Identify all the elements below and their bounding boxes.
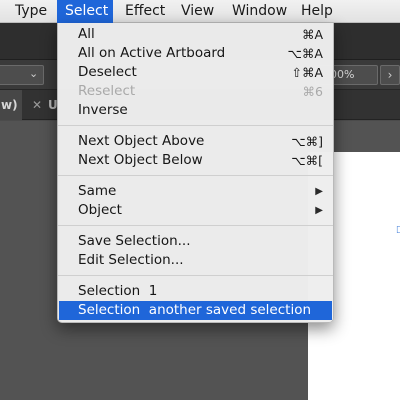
menu-item-next-object-above[interactable]: Next Object Above ⌥⌘]	[58, 132, 333, 151]
menu-item-label: Selection another saved selection	[78, 302, 312, 318]
submenu-arrow-icon: ▶	[315, 186, 323, 197]
control-dropdown[interactable]: ⌄	[0, 65, 44, 85]
menu-item-same[interactable]: Same ▶	[58, 182, 333, 201]
shortcut-label: ⌘6	[302, 84, 323, 99]
menu-item-label: Edit Selection...	[78, 252, 184, 268]
app-menubar: Type Select Effect View Window Help	[0, 0, 400, 23]
shortcut-label: ⌥⌘]	[291, 134, 323, 149]
menu-separator	[58, 275, 333, 276]
chevron-right-icon[interactable]: ›	[380, 65, 400, 85]
menu-item-label: Next Object Below	[78, 152, 203, 168]
menu-item-label: All	[78, 26, 95, 42]
menu-item-label: Object	[78, 202, 122, 218]
menu-separator	[58, 175, 333, 176]
menu-view[interactable]: View	[174, 0, 221, 23]
menu-item-selection-another-saved-selection[interactable]: Selection another saved selection	[59, 301, 332, 320]
shortcut-label: ⌥⌘[	[291, 153, 323, 168]
anchor-point-icon: □	[396, 225, 400, 235]
menu-effect[interactable]: Effect	[118, 0, 172, 23]
menu-item-reselect: Reselect ⌘6	[58, 82, 333, 101]
shortcut-label: ⇧⌘A	[291, 65, 323, 80]
menu-item-label: Same	[78, 183, 117, 199]
menu-item-selection-1[interactable]: Selection 1	[58, 282, 333, 301]
menu-item-label: Selection 1	[78, 283, 158, 299]
menu-select[interactable]: Select	[57, 0, 113, 23]
menu-item-label: Reselect	[78, 83, 136, 99]
menu-item-all-on-active-artboard[interactable]: All on Active Artboard ⌥⌘A	[58, 44, 333, 63]
menu-help[interactable]: Help	[294, 0, 340, 23]
menu-separator	[58, 125, 333, 126]
menu-item-deselect[interactable]: Deselect ⇧⌘A	[58, 63, 333, 82]
menu-item-label: Inverse	[78, 102, 128, 118]
shortcut-label: ⌥⌘A	[287, 46, 323, 61]
menu-item-label: Next Object Above	[78, 133, 205, 149]
submenu-arrow-icon: ▶	[315, 205, 323, 216]
menu-item-object[interactable]: Object ▶	[58, 201, 333, 220]
menu-type[interactable]: Type	[8, 0, 54, 23]
menu-item-all[interactable]: All ⌘A	[58, 25, 333, 44]
shortcut-label: ⌘A	[301, 27, 323, 42]
document-tab-active[interactable]: w)	[0, 90, 22, 120]
menu-item-save-selection[interactable]: Save Selection...	[58, 232, 333, 251]
menu-item-label: Save Selection...	[78, 233, 191, 249]
select-menu: All ⌘A All on Active Artboard ⌥⌘A Deselect ⇧⌘…	[57, 23, 334, 323]
menu-separator	[58, 225, 333, 226]
chevron-down-icon: ⌄	[29, 67, 39, 80]
menu-item-label: All on Active Artboard	[78, 45, 226, 61]
menu-item-label: Deselect	[78, 64, 137, 80]
menu-item-next-object-below[interactable]: Next Object Below ⌥⌘[	[58, 151, 333, 170]
close-icon[interactable]: ✕	[32, 90, 42, 120]
menu-window[interactable]: Window	[225, 0, 294, 23]
menu-item-edit-selection[interactable]: Edit Selection...	[58, 251, 333, 270]
menu-item-inverse[interactable]: Inverse	[58, 101, 333, 120]
